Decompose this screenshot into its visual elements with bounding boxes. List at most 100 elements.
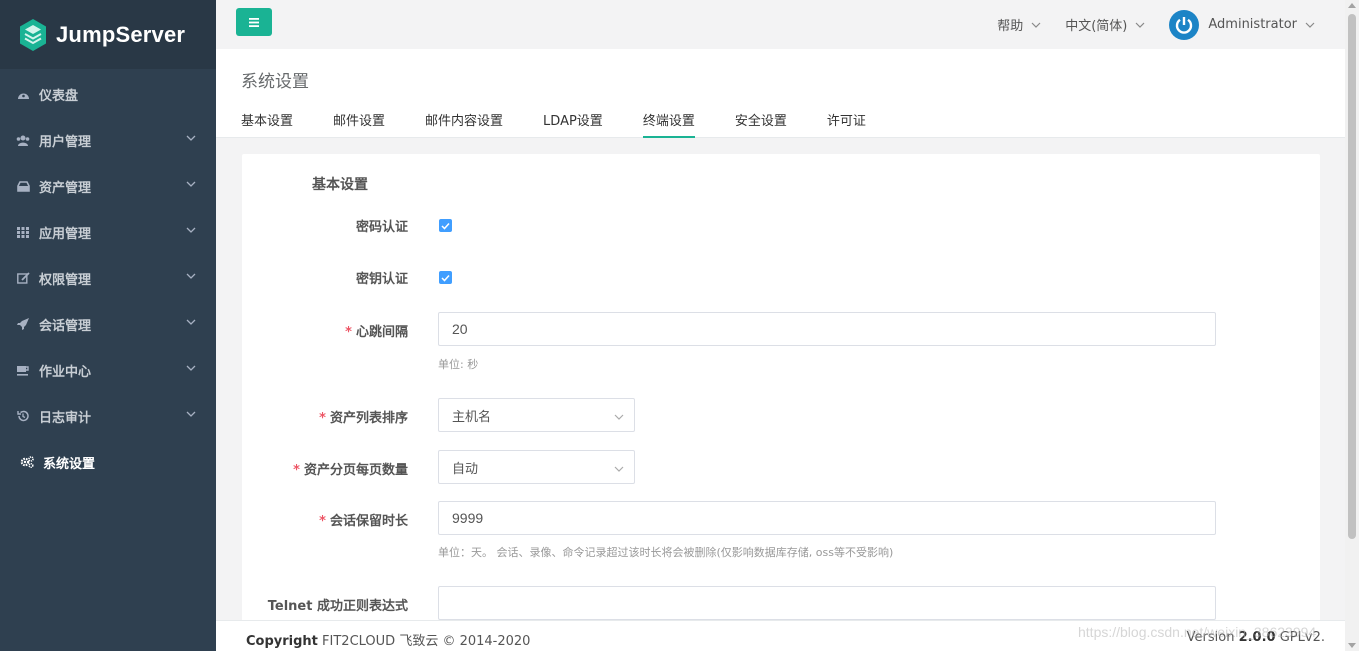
check-icon [441, 222, 450, 230]
sidebar-item-assets[interactable]: 资产管理 [0, 163, 216, 209]
scroll-down-icon[interactable] [1348, 643, 1356, 648]
chevron-down-icon [186, 365, 196, 371]
page-heading: 系统设置 基本设置 邮件设置 邮件内容设置 LDAP设置 终端设置 安全设置 许… [216, 49, 1345, 138]
asset-page-size-label: * 资产分页每页数量 [293, 463, 408, 478]
grid-icon [16, 225, 30, 239]
sidebar-item-label: 系统设置 [43, 456, 96, 472]
jumpserver-logo-icon [20, 18, 46, 51]
section-title: 基本设置 [312, 177, 368, 193]
sidebar-item-label: 仪表盘 [39, 88, 79, 104]
chevron-down-icon [614, 466, 624, 472]
sidebar-item-permissions[interactable]: 权限管理 [0, 255, 216, 301]
sidebar-item-applications[interactable]: 应用管理 [0, 209, 216, 255]
version-info: Version 2.0.0 GPLv2. [1187, 630, 1325, 645]
chevron-down-icon [186, 135, 196, 141]
asset-sort-value: 主机名 [452, 409, 492, 425]
session-keep-help: 单位：天。 会话、录像、命令记录超过该时长将会被删除(仅影响数据库存储, oss… [438, 546, 894, 559]
scrollbar-thumb[interactable] [1348, 14, 1356, 539]
terminal-settings-form: 基本设置 密码认证 密钥认证 * 心跳间隔 20 单位: 秒 * 资产列表排序 主机… [242, 154, 1320, 620]
language-dropdown[interactable]: 中文(简体) [1065, 15, 1145, 34]
sidebar-item-sessions[interactable]: 会话管理 [0, 301, 216, 347]
toggle-sidebar-button[interactable] [236, 8, 272, 36]
telnet-regex-label: Telnet 成功正则表达式 [267, 599, 408, 614]
history-icon [16, 409, 30, 423]
tab-email-content[interactable]: 邮件内容设置 [425, 110, 503, 138]
help-label: 帮助 [997, 19, 1024, 34]
edit-icon [16, 271, 30, 285]
coffee-icon [16, 363, 30, 377]
sidebar-item-users[interactable]: 用户管理 [0, 117, 216, 163]
user-name: Administrator [1208, 17, 1297, 32]
sidebar-item-label: 用户管理 [39, 134, 92, 150]
language-label: 中文(简体) [1065, 19, 1128, 34]
rocket-icon [16, 317, 30, 331]
heartbeat-label: * 心跳间隔 [345, 325, 408, 340]
brand-logo[interactable]: JumpServer [0, 0, 216, 69]
sidebar-item-label: 应用管理 [39, 226, 92, 242]
asset-sort-label: * 资产列表排序 [319, 411, 408, 426]
chevron-down-icon [1135, 22, 1145, 28]
sidebar-item-jobs[interactable]: 作业中心 [0, 347, 216, 393]
session-keep-input[interactable]: 9999 [438, 501, 1216, 535]
asset-sort-select[interactable]: 主机名 [438, 398, 635, 432]
session-keep-label: * 会话保留时长 [319, 514, 408, 529]
tab-ldap[interactable]: LDAP设置 [543, 110, 603, 138]
required-mark: * [319, 411, 326, 426]
password-auth-label: 密码认证 [355, 220, 408, 235]
footer: Copyright FIT2CLOUD 飞致云 © 2014-2020 Vers… [216, 620, 1345, 651]
required-mark: * [319, 514, 326, 529]
hamburger-icon [249, 17, 259, 27]
dashboard-icon [16, 87, 30, 101]
sidebar-item-label: 资产管理 [39, 180, 92, 196]
gears-icon [20, 455, 34, 469]
sidebar-item-label: 会话管理 [39, 318, 92, 334]
heartbeat-help: 单位: 秒 [438, 358, 479, 371]
version-prefix: Version [1186, 630, 1235, 645]
sidebar: JumpServer 仪表盘 用户管理 资产管理 应用管理 权限管理 会话管理 … [0, 0, 216, 651]
password-auth-checkbox[interactable] [439, 219, 452, 232]
chevron-down-icon [1031, 22, 1041, 28]
scroll-up-icon[interactable] [1348, 3, 1356, 8]
copyright-label: Copyright [246, 634, 318, 649]
help-dropdown[interactable]: 帮助 [997, 15, 1041, 34]
asset-page-size-select[interactable]: 自动 [438, 450, 635, 484]
brand-name: JumpServer [56, 21, 186, 47]
telnet-regex-input[interactable] [438, 586, 1216, 620]
tab-license[interactable]: 许可证 [827, 110, 866, 138]
chevron-down-icon [186, 181, 196, 187]
user-dropdown[interactable]: Administrator [1169, 9, 1315, 40]
version-suffix: GPLv2. [1279, 630, 1325, 645]
chevron-down-icon [1305, 22, 1315, 28]
tab-terminal[interactable]: 终端设置 [642, 110, 695, 138]
sidebar-item-label: 作业中心 [39, 364, 92, 380]
settings-tabs: 基本设置 邮件设置 邮件内容设置 LDAP设置 终端设置 安全设置 许可证 [241, 110, 906, 138]
sidebar-item-settings[interactable]: 系统设置 [0, 439, 216, 485]
avatar [1169, 9, 1200, 40]
check-icon [441, 274, 450, 282]
sidebar-item-label: 权限管理 [39, 272, 92, 288]
heartbeat-input[interactable]: 20 [438, 312, 1216, 346]
chevron-down-icon [186, 273, 196, 279]
page-title: 系统设置 [241, 72, 309, 92]
top-navbar: 帮助 中文(简体) Administrator [216, 0, 1345, 49]
chevron-down-icon [186, 227, 196, 233]
sidebar-item-label: 日志审计 [39, 410, 92, 426]
tab-email[interactable]: 邮件设置 [333, 110, 385, 138]
sidebar-menu: 仪表盘 用户管理 资产管理 应用管理 权限管理 会话管理 作业中心 日志审计 系… [0, 69, 216, 485]
power-icon [1176, 16, 1193, 34]
top-right-menu: 帮助 中文(简体) Administrator [997, 0, 1345, 49]
sidebar-item-dashboard[interactable]: 仪表盘 [0, 71, 216, 117]
tab-basic[interactable]: 基本设置 [241, 110, 293, 138]
chevron-down-icon [614, 414, 624, 420]
key-auth-checkbox[interactable] [439, 271, 452, 284]
required-mark: * [293, 463, 300, 478]
copyright-text: FIT2CLOUD 飞致云 © 2014-2020 [322, 634, 531, 649]
asset-page-size-value: 自动 [452, 461, 479, 477]
tab-security[interactable]: 安全设置 [735, 110, 787, 138]
inbox-icon [16, 179, 30, 193]
copyright: Copyright FIT2CLOUD 飞致云 © 2014-2020 [246, 630, 530, 649]
key-auth-label: 密钥认证 [355, 272, 408, 287]
required-mark: * [345, 325, 352, 340]
page-scrollbar[interactable] [1345, 0, 1359, 651]
sidebar-item-audits[interactable]: 日志审计 [0, 393, 216, 439]
